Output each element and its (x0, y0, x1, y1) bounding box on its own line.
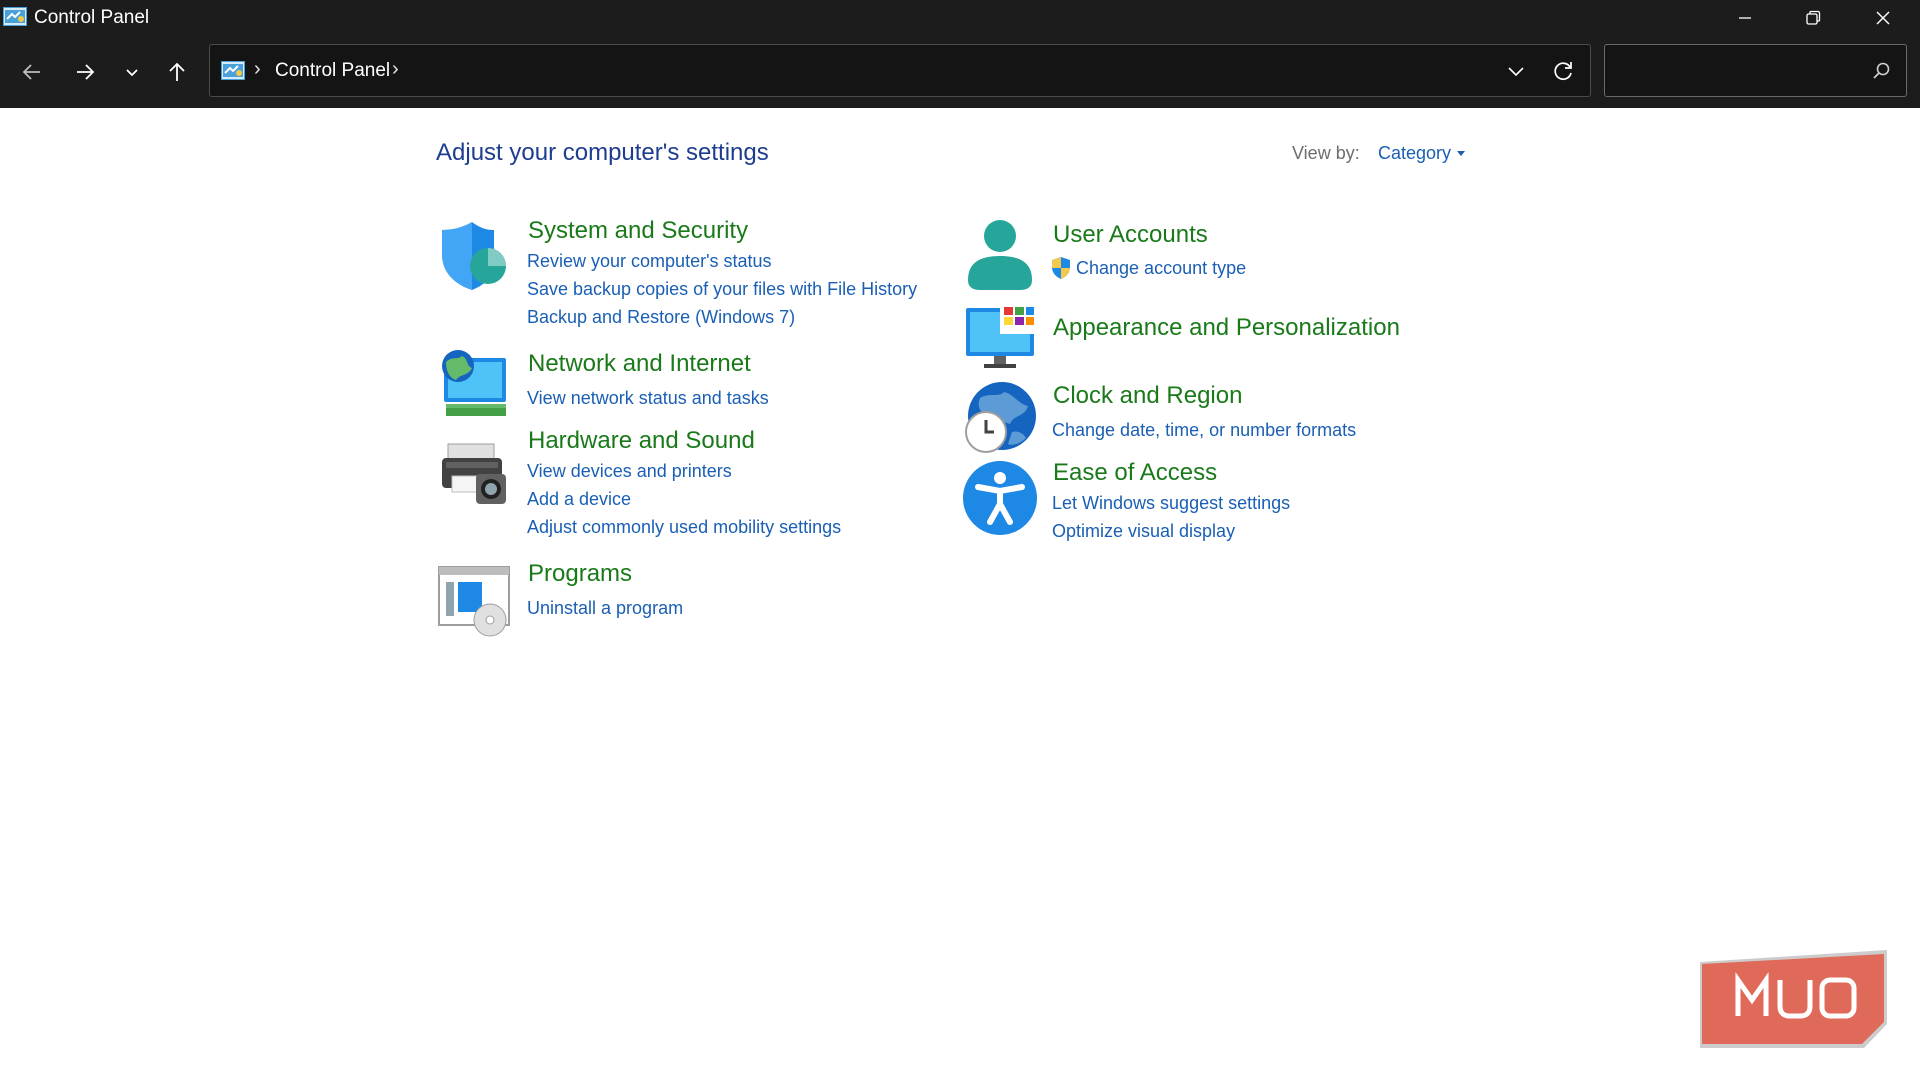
arrow-right-icon (77, 64, 95, 80)
category-title-network-internet[interactable]: Network and Internet (528, 350, 751, 378)
breadcrumb-separator[interactable]: › (392, 58, 399, 81)
category-title-hardware-sound[interactable]: Hardware and Sound (528, 427, 755, 455)
back-button[interactable] (12, 53, 52, 91)
category-title-user-accounts[interactable]: User Accounts (1053, 221, 1208, 249)
minimize-button[interactable] (1710, 0, 1780, 35)
clock-globe-icon[interactable] (962, 380, 1038, 456)
refresh-icon[interactable] (1550, 58, 1576, 84)
view-by-label: View by: (1292, 143, 1360, 163)
link-windows-suggest-settings[interactable]: Let Windows suggest settings (1052, 493, 1290, 514)
uac-shield-icon (1052, 257, 1070, 279)
navigation-bar: › Control Panel › (0, 35, 1920, 108)
arrow-up-icon (169, 62, 185, 81)
link-backup-restore[interactable]: Backup and Restore (Windows 7) (527, 307, 795, 328)
breadcrumb-control-panel[interactable]: Control Panel (275, 60, 390, 82)
link-change-account-type[interactable]: Change account type (1076, 258, 1246, 279)
link-uninstall-program[interactable]: Uninstall a program (527, 598, 683, 619)
network-icon[interactable] (436, 346, 512, 422)
control-panel-icon (3, 7, 27, 26)
search-box[interactable] (1604, 44, 1907, 97)
address-bar[interactable]: › Control Panel › (209, 44, 1591, 97)
category-title-clock-region[interactable]: Clock and Region (1053, 382, 1242, 410)
link-view-devices-printers[interactable]: View devices and printers (527, 461, 732, 482)
category-title-appearance-personalization[interactable]: Appearance and Personalization (1053, 314, 1400, 342)
address-history-chevron-icon[interactable] (1504, 59, 1528, 83)
printer-icon[interactable] (436, 436, 512, 512)
link-view-network-status[interactable]: View network status and tasks (527, 388, 769, 409)
restore-icon (1806, 10, 1821, 25)
recent-locations-button[interactable] (112, 53, 152, 91)
view-by-caret-icon[interactable] (1457, 151, 1465, 156)
page-title: Adjust your computer's settings (436, 139, 769, 166)
title-bar: Control Panel (0, 0, 1920, 35)
user-icon[interactable] (962, 218, 1038, 294)
shield-icon[interactable] (436, 218, 512, 294)
link-review-computer-status[interactable]: Review your computer's status (527, 251, 772, 272)
control-panel-icon (221, 61, 245, 80)
category-title-system-security[interactable]: System and Security (528, 217, 748, 245)
close-button[interactable] (1848, 0, 1918, 35)
restore-button[interactable] (1778, 0, 1848, 35)
forward-button[interactable] (65, 53, 105, 91)
programs-icon[interactable] (436, 564, 512, 640)
muo-logo (1700, 950, 1887, 1048)
window-title: Control Panel (34, 7, 150, 28)
search-icon[interactable] (1870, 60, 1892, 82)
link-mobility-settings[interactable]: Adjust commonly used mobility settings (527, 517, 841, 538)
category-title-programs[interactable]: Programs (528, 560, 632, 588)
category-title-ease-of-access[interactable]: Ease of Access (1053, 459, 1217, 487)
chevron-down-icon (126, 69, 138, 77)
link-add-device[interactable]: Add a device (527, 489, 631, 510)
monitor-icon[interactable] (962, 302, 1038, 378)
breadcrumb-separator[interactable]: › (254, 58, 261, 81)
view-by-dropdown[interactable]: Category (1378, 143, 1451, 164)
search-input[interactable] (1615, 57, 1855, 85)
close-icon (1876, 11, 1890, 24)
accessibility-icon[interactable] (962, 460, 1038, 536)
up-button[interactable] (157, 53, 197, 91)
arrow-left-icon (22, 64, 40, 80)
link-save-backup-file-history[interactable]: Save backup copies of your files with Fi… (527, 279, 917, 300)
link-optimize-visual-display[interactable]: Optimize visual display (1052, 521, 1235, 542)
link-change-date-time-formats[interactable]: Change date, time, or number formats (1052, 420, 1356, 441)
minimize-icon (1739, 16, 1751, 19)
